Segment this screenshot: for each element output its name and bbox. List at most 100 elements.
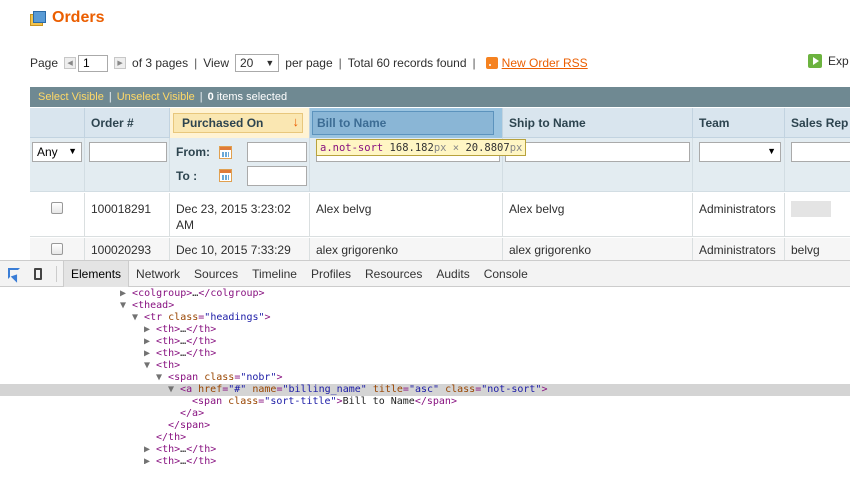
row-checkbox[interactable] (51, 202, 63, 214)
bill-to-name-cell: Alex belvg (310, 193, 503, 236)
devtools-toolbar: Elements Network Sources Timeline Profil… (0, 260, 850, 287)
dom-node-span-close[interactable]: </span> (0, 420, 850, 432)
header-massaction (30, 108, 85, 138)
per-page-value: 20 (240, 56, 254, 70)
dom-node-th-close[interactable]: </th> (0, 432, 850, 444)
pager-separator: | (338, 56, 342, 70)
element-inspector-tooltip: a.not-sort 168.182 px × 20.8807 px (316, 139, 527, 156)
purchased-to-input[interactable] (247, 166, 307, 186)
tooltip-times: × (452, 141, 460, 154)
page-header: Orders (30, 6, 104, 30)
screen: Orders Page ◀ ▶ of 3 pages | View 20 ▼ pe… (0, 0, 850, 485)
row-checkbox-cell (30, 193, 85, 236)
header-label: Bill to Name (312, 111, 494, 135)
header-sales-rep[interactable]: Sales Rep (785, 108, 850, 138)
tab-console[interactable]: Console (477, 261, 535, 287)
pager: Page ◀ ▶ of 3 pages | View 20▼ per page … (30, 52, 850, 74)
massaction-filter-select[interactable]: Any ▼ (32, 142, 82, 162)
page-number-input[interactable] (78, 54, 109, 72)
header-ship-to-name[interactable]: Ship to Name (503, 108, 693, 138)
order-number-filter-input[interactable] (89, 142, 167, 162)
tab-profiles[interactable]: Profiles (304, 261, 358, 287)
dom-node-a-selected[interactable]: ▼ <a href="#" name="billing_name" title=… (0, 384, 850, 396)
dom-node-span-sort-title[interactable]: <span class="sort-title">Bill to Name</s… (0, 396, 850, 408)
dom-node-tr[interactable]: ▼ <tr class="headings"> (0, 312, 850, 324)
next-page-button[interactable]: ▶ (114, 57, 127, 69)
massaction-separator: | (199, 91, 203, 103)
unselect-visible-link[interactable]: Unselect Visible (117, 91, 195, 103)
sales-rep-cell (785, 193, 850, 236)
filter-any-value: Any (37, 145, 58, 159)
sort-desc-icon: ↓ (292, 114, 300, 129)
filter-cell: Any ▼ (30, 138, 85, 192)
header-label: Team (699, 116, 730, 130)
select-visible-link[interactable]: Select Visible (38, 91, 104, 103)
order-number-cell: 100018291 (85, 193, 170, 236)
header-label: Purchased On (173, 113, 303, 133)
team-cell: Administrators (693, 193, 785, 236)
purchased-from-input[interactable] (247, 142, 307, 162)
header-order-number[interactable]: Order # (85, 108, 170, 138)
selected-count: 0 (207, 91, 214, 103)
ship-to-name-filter-input[interactable] (505, 142, 690, 162)
tab-timeline[interactable]: Timeline (245, 261, 304, 287)
export-button[interactable]: Exp (808, 54, 849, 68)
header-bill-to-name[interactable]: Bill to Name (310, 108, 503, 138)
team-filter-select[interactable]: ▼ (699, 142, 781, 162)
tab-network[interactable]: Network (129, 261, 187, 287)
tab-elements[interactable]: Elements (63, 260, 130, 287)
tab-sources[interactable]: Sources (187, 261, 245, 287)
table-row[interactable]: 100018291 Dec 23, 2015 3:23:02 AM Alex b… (30, 193, 850, 237)
filter-cell (785, 138, 850, 192)
redacted-value (791, 201, 831, 217)
view-label: View (203, 56, 229, 70)
chevron-down-icon: ▼ (68, 146, 77, 156)
orders-icon (30, 10, 46, 26)
filter-cell: ▼ (693, 138, 785, 192)
tab-audits[interactable]: Audits (429, 261, 476, 287)
header-label: Order # (91, 116, 134, 130)
dom-node-thead[interactable]: ▼ <thead> (0, 300, 850, 312)
selected-label: items selected (216, 91, 288, 103)
dom-node-th[interactable]: ▼ <th> (0, 360, 850, 372)
header-label: Ship to Name (509, 116, 586, 130)
bill-to-name-cell: alex grigorenko (310, 238, 503, 262)
massaction-separator: | (108, 91, 112, 103)
calendar-icon[interactable] (219, 146, 232, 159)
tooltip-unit: px (509, 141, 523, 154)
chevron-down-icon: ▼ (265, 58, 275, 68)
dom-node-th[interactable]: ▶ <th>…</th> (0, 324, 850, 336)
purchased-on-cell: Dec 23, 2015 3:23:02 AM (170, 193, 310, 236)
calendar-icon[interactable] (219, 169, 232, 182)
dom-node-colgroup[interactable]: ▶ <colgroup>…</colgroup> (0, 288, 850, 300)
per-page-select[interactable]: 20 ▼ (235, 54, 280, 72)
to-label: To : (176, 169, 198, 183)
tooltip-unit: px (433, 141, 447, 154)
row-checkbox-cell (30, 238, 85, 262)
previous-page-button[interactable]: ◀ (64, 57, 77, 69)
dom-node-a-close[interactable]: </a> (0, 408, 850, 420)
sales-rep-filter-input[interactable] (791, 142, 850, 162)
dom-node-th[interactable]: ▶ <th>…</th> (0, 348, 850, 360)
inspect-element-icon[interactable] (4, 264, 24, 284)
order-number-cell: 100020293 (85, 238, 170, 262)
dom-node-th[interactable]: ▶ <th>…</th> (0, 336, 850, 348)
row-checkbox[interactable] (51, 243, 63, 255)
from-label: From: (176, 145, 210, 159)
export-label: Exp (828, 54, 849, 68)
page-label: Page (30, 56, 59, 70)
tooltip-width: 168.182 (389, 141, 434, 154)
device-mode-icon[interactable] (28, 264, 48, 284)
dom-node-th[interactable]: ▶ <th>…</th> (0, 444, 850, 456)
header-purchased-on[interactable]: Purchased On ↓ (170, 108, 310, 138)
toolbar-divider (56, 265, 57, 282)
tab-resources[interactable]: Resources (358, 261, 429, 287)
chevron-down-icon: ▼ (767, 146, 776, 156)
new-order-rss-link[interactable]: New Order RSS (502, 56, 588, 70)
dom-node-th[interactable]: ▶ <th>…</th> (0, 456, 850, 464)
total-records: Total 60 records found (347, 56, 467, 70)
per-page-label: per page (285, 56, 333, 70)
header-team[interactable]: Team (693, 108, 785, 138)
dom-node-span[interactable]: ▼ <span class="nobr"> (0, 372, 850, 384)
rss-icon (485, 57, 498, 69)
